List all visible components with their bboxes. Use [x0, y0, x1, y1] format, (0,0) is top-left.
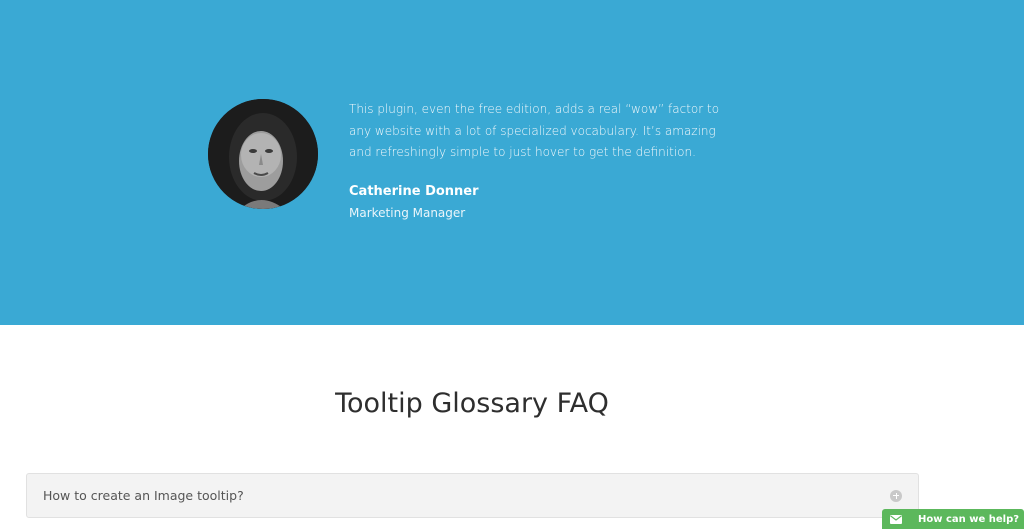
author-role: Marketing Manager	[349, 206, 466, 220]
author-avatar	[208, 99, 318, 209]
plus-circle-icon[interactable]	[890, 489, 902, 502]
testimonial-section: This plugin, even the free edition, adds…	[0, 0, 1024, 325]
mail-icon	[890, 514, 902, 524]
author-name: Catherine Donner	[349, 184, 479, 199]
help-widget-label: How can we help?	[918, 513, 1020, 525]
faq-heading: Tooltip Glossary FAQ	[335, 388, 609, 419]
help-widget-button[interactable]: How can we help?	[882, 509, 1024, 529]
faq-item[interactable]: How to create an Image tooltip?	[26, 473, 919, 518]
faq-question: How to create an Image tooltip?	[43, 488, 244, 503]
testimonial-quote: This plugin, even the free edition, adds…	[349, 102, 720, 159]
